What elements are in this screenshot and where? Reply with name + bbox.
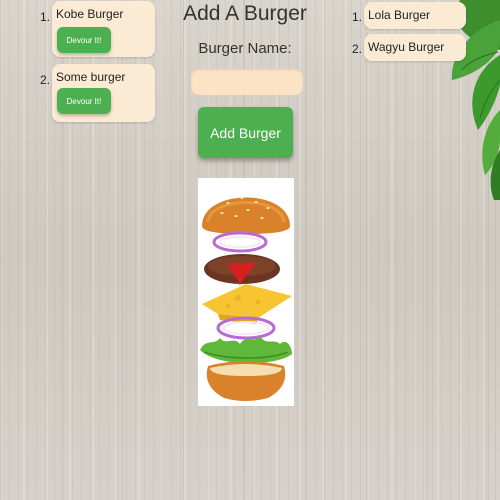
burger-name: Wagyu Burger (368, 40, 445, 54)
burger-name-input[interactable] (191, 69, 303, 95)
burger-card: Some burger Devour It! (52, 64, 155, 122)
leaves-decoration (451, 0, 500, 200)
burger-name: Lola Burger (368, 8, 431, 22)
page-title: Add A Burger (183, 2, 307, 25)
burger-card: Wagyu Burger (364, 34, 466, 61)
burger-illustration (198, 178, 294, 406)
burger-name-label: Burger Name: (198, 40, 292, 57)
add-burger-button[interactable]: Add Burger (198, 107, 293, 158)
burger-card: Kobe Burger Devour It! (52, 1, 155, 57)
list-number: 2. (352, 42, 363, 56)
devour-button[interactable]: Devour It! (57, 88, 111, 114)
burger-name: Kobe Burger (56, 7, 124, 21)
devour-button[interactable]: Devour It! (57, 27, 111, 53)
list-number: 2. (40, 73, 51, 87)
burger-name: Some burger (56, 70, 126, 84)
burger-card: Lola Burger (364, 2, 466, 29)
list-number: 1. (352, 10, 363, 24)
list-number: 1. (40, 10, 51, 24)
